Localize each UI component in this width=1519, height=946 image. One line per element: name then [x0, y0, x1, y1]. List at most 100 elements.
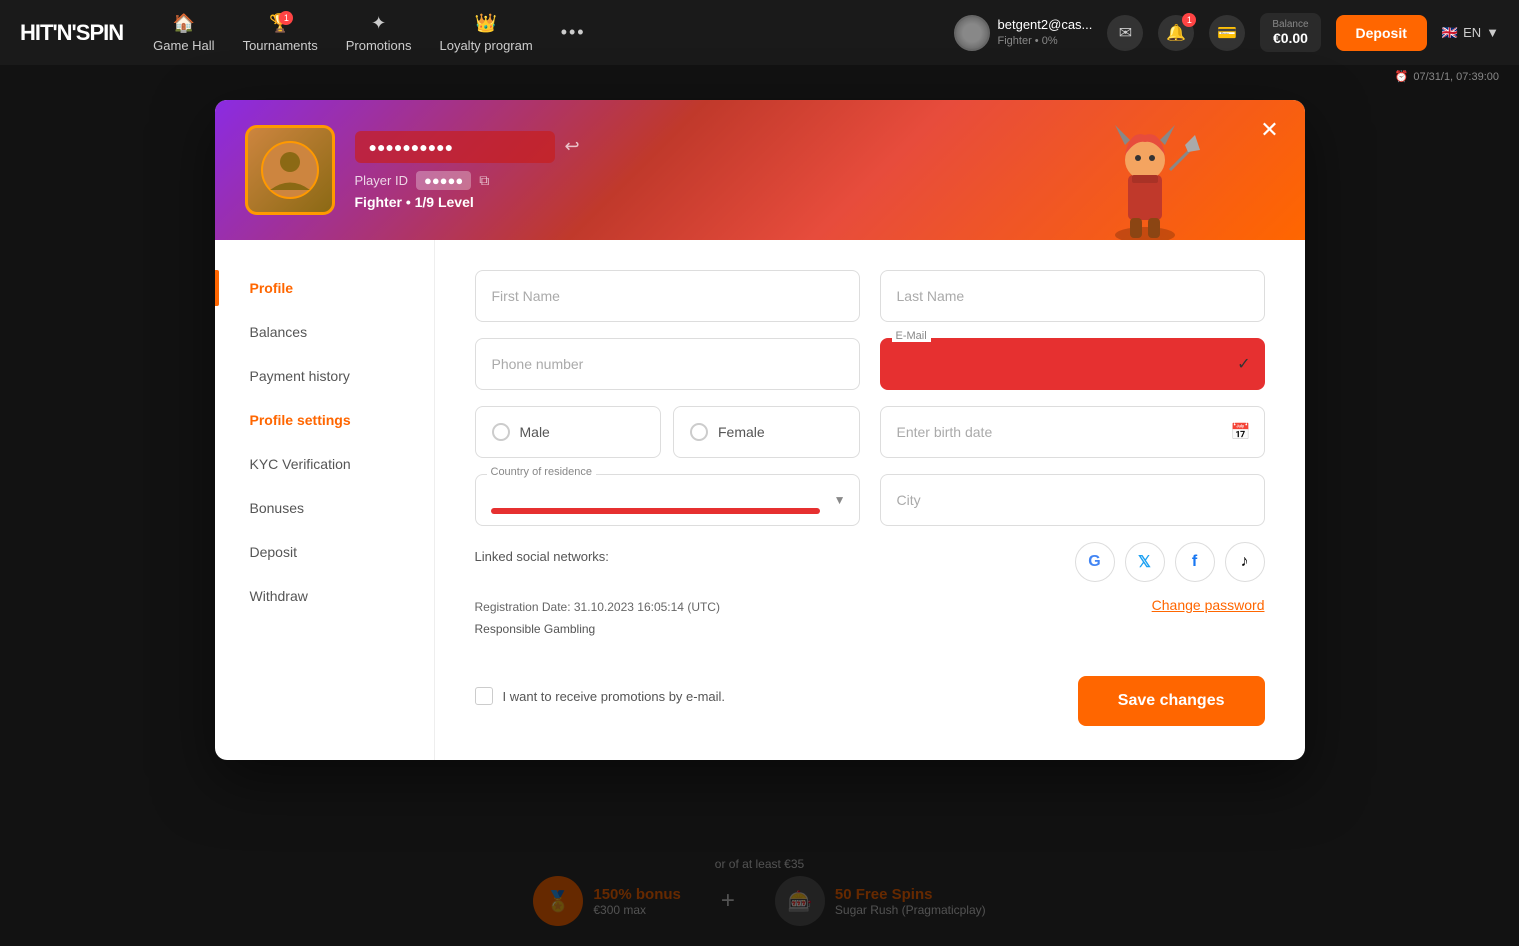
sidebar-bonuses-label: Bonuses [250, 500, 304, 516]
sidebar-item-profile[interactable]: Profile [235, 270, 414, 306]
country-field: Country of residence ▼ [475, 474, 860, 526]
notifications-button[interactable]: 🔔 1 [1158, 15, 1194, 51]
first-name-input[interactable] [475, 270, 860, 322]
male-radio[interactable] [492, 423, 510, 441]
save-changes-button[interactable]: Save changes [1078, 676, 1265, 726]
gender-female-option[interactable]: Female [673, 406, 860, 458]
nav-loyalty[interactable]: 👑 Loyalty program [439, 13, 532, 53]
lang-chevron-icon: ▼ [1486, 25, 1499, 40]
email-input[interactable] [880, 338, 1265, 390]
sidebar-item-bonuses[interactable]: Bonuses [235, 490, 414, 526]
top-navigation: HIT'N'SPIN 🏠 Game Hall 🏆 1 Tournaments ✦… [0, 0, 1519, 65]
loyalty-icon: 👑 [475, 13, 497, 34]
user-level: Fighter • 0% [998, 34, 1093, 49]
email-label: E-Mail [892, 330, 931, 342]
nav-more-button[interactable]: ••• [561, 22, 586, 43]
gender-options: Male Female [475, 406, 860, 458]
facebook-link-button[interactable]: f [1175, 542, 1215, 582]
sidebar-kyc-label: KYC Verification [250, 456, 351, 472]
promo-checkbox-label: I want to receive promotions by e-mail. [503, 689, 726, 704]
country-select[interactable] [475, 474, 860, 526]
city-input[interactable] [880, 474, 1265, 526]
sidebar-balances-label: Balances [250, 324, 308, 340]
nav-game-hall[interactable]: 🏠 Game Hall [153, 13, 214, 53]
nav-tournaments[interactable]: 🏆 1 Tournaments [243, 13, 318, 53]
sidebar-item-payment-history[interactable]: Payment history [235, 358, 414, 394]
modal-close-button[interactable]: ✕ [1255, 115, 1285, 145]
sidebar-payment-label: Payment history [250, 368, 350, 384]
registration-info: Registration Date: 31.10.2023 16:05:14 (… [475, 597, 720, 640]
city-field [880, 474, 1265, 526]
player-id-label: Player ID [355, 173, 408, 188]
social-icons-group: G 𝕏 f ♪ [1075, 542, 1265, 582]
sidebar-deposit-label: Deposit [250, 544, 297, 560]
sidebar-item-deposit[interactable]: Deposit [235, 534, 414, 570]
female-radio[interactable] [690, 423, 708, 441]
gender-female-label: Female [718, 424, 765, 440]
contact-row: E-Mail ✓ [475, 338, 1265, 390]
deposit-button[interactable]: Deposit [1336, 15, 1427, 51]
modal-sidebar: Profile Balances Payment history Profile… [215, 240, 435, 760]
birth-date-input[interactable] [880, 406, 1265, 458]
phone-input[interactable] [475, 338, 860, 390]
logo-text-2: SPIN [76, 20, 123, 45]
balance-label: Balance [1272, 19, 1308, 30]
twitter-link-button[interactable]: 𝕏 [1125, 542, 1165, 582]
nav-promotions-label: Promotions [346, 38, 412, 53]
promo-checkbox[interactable] [475, 687, 493, 705]
avatar-icon [260, 140, 320, 200]
calendar-icon: 📅 [1231, 422, 1251, 442]
email-field: E-Mail ✓ [880, 338, 1265, 390]
sidebar-profile-label: Profile [250, 280, 294, 296]
sidebar-withdraw-label: Withdraw [250, 588, 308, 604]
sidebar-item-profile-settings[interactable]: Profile settings [235, 402, 414, 438]
google-link-button[interactable]: G [1075, 542, 1115, 582]
wallet-button[interactable]: 💳 [1209, 15, 1245, 51]
user-email: betgent2@cas... [998, 16, 1093, 34]
character-illustration [1065, 100, 1225, 240]
sidebar-item-withdraw[interactable]: Withdraw [235, 578, 414, 614]
language-selector[interactable]: 🇬🇧 EN ▼ [1442, 25, 1499, 41]
promo-checkbox-row: I want to receive promotions by e-mail. [475, 687, 726, 705]
username-edit-icon[interactable]: ↩ [565, 136, 580, 157]
tiktok-link-button[interactable]: ♪ [1225, 542, 1265, 582]
social-networks-section: Linked social networks: G 𝕏 f ♪ [475, 542, 1265, 582]
balance-box: Balance €0.00 [1260, 13, 1320, 52]
balance-amount: €0.00 [1272, 30, 1308, 46]
responsible-gambling-link[interactable]: Responsible Gambling [475, 619, 720, 641]
site-logo[interactable]: HIT'N'SPIN [20, 22, 123, 44]
nav-right-section: betgent2@cas... Fighter • 0% ✉ 🔔 1 💳 Bal… [954, 13, 1499, 52]
first-name-field [475, 270, 860, 322]
nav-loyalty-label: Loyalty program [439, 38, 532, 53]
user-info[interactable]: betgent2@cas... Fighter • 0% [954, 15, 1093, 51]
last-name-input[interactable] [880, 270, 1265, 322]
game-hall-icon: 🏠 [173, 13, 195, 34]
sidebar-item-balances[interactable]: Balances [235, 314, 414, 350]
gender-male-label: Male [520, 424, 550, 440]
player-id-value: ●●●●● [416, 171, 471, 190]
gender-male-option[interactable]: Male [475, 406, 662, 458]
form-footer: I want to receive promotions by e-mail. … [475, 676, 1265, 726]
change-password-link[interactable]: Change password [1152, 597, 1265, 613]
nav-promotions[interactable]: ✦ Promotions [346, 13, 412, 53]
notification-count: 1 [1182, 13, 1196, 27]
flag-icon: 🇬🇧 [1442, 25, 1458, 41]
user-avatar-circle [954, 15, 990, 51]
gender-field: Male Female [475, 406, 860, 458]
logo-text-1: HIT'N' [20, 20, 76, 45]
datetime-bar: ⏰ 07/31/1, 07:39:00 [1395, 70, 1499, 83]
promotions-icon: ✦ [371, 13, 386, 34]
sidebar-profile-settings-label: Profile settings [250, 412, 351, 428]
user-details: betgent2@cas... Fighter • 0% [998, 16, 1093, 50]
datetime-value: 07/31/1, 07:39:00 [1413, 71, 1499, 83]
modal-header: ↩ Player ID ●●●●● ⧉ Fighter • 1/9 Level [215, 100, 1305, 240]
username-input[interactable] [355, 131, 555, 163]
sidebar-item-kyc[interactable]: KYC Verification [235, 446, 414, 482]
messages-button[interactable]: ✉ [1107, 15, 1143, 51]
email-verified-icon: ✓ [1237, 354, 1250, 374]
lang-label: EN [1463, 25, 1481, 40]
phone-field [475, 338, 860, 390]
copy-id-icon[interactable]: ⧉ [479, 172, 489, 189]
last-name-field [880, 270, 1265, 322]
gender-birth-row: Male Female 📅 [475, 406, 1265, 458]
